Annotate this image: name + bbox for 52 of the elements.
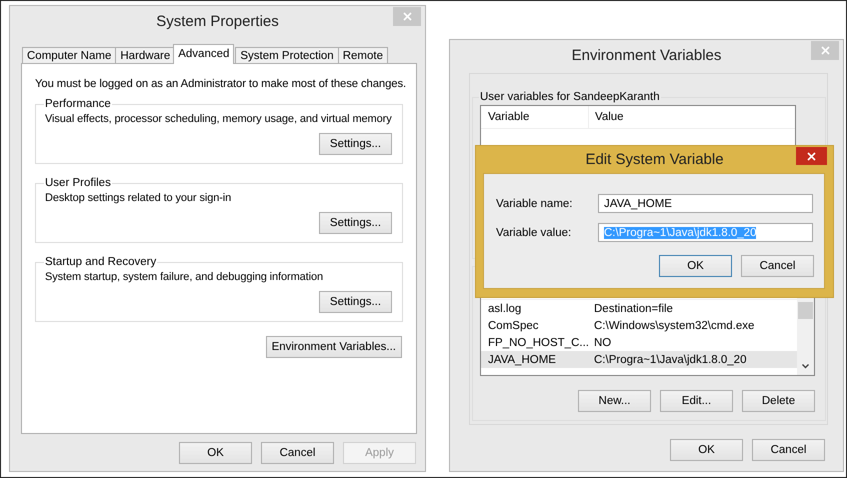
settings-button[interactable]: Settings...: [319, 291, 392, 313]
group-title: Startup and Recovery: [44, 256, 158, 268]
tab[interactable]: Computer Name: [22, 47, 116, 64]
dialog-button[interactable]: Cancel: [752, 439, 825, 461]
variable-value: C:\Progra~1\Java\jdk1.8.0_20: [593, 354, 746, 366]
tab[interactable]: Hardware: [115, 47, 176, 64]
close-button[interactable]: [796, 147, 827, 165]
variable-name: FP_NO_HOST_C...: [487, 336, 588, 348]
close-icon: [820, 46, 830, 55]
list-row[interactable]: JAVA_HOME C:\Progra~1\Java\jdk1.8.0_20: [481, 351, 797, 368]
close-icon: [402, 12, 412, 21]
tab[interactable]: System Protection: [235, 47, 339, 64]
list-row[interactable]: asl.log Destination=file: [481, 300, 797, 317]
window-title: System Properties: [156, 13, 279, 30]
scroll-thumb[interactable]: [798, 302, 813, 319]
list-row[interactable]: ComSpec C:\Windows\system32\cmd.exe: [481, 317, 797, 334]
environment-variables-button[interactable]: Environment Variables...: [266, 336, 402, 358]
group-description: System startup, system failure, and debugging information: [45, 271, 324, 283]
group-title: Performance: [44, 98, 112, 110]
variable-name: asl.log: [487, 302, 522, 314]
notice-text: You must be logged on as an Administrator to make most of these changes.: [35, 78, 403, 90]
window-title: Environment Variables: [572, 47, 722, 64]
group-title: User variables for SandeepKaranth: [479, 91, 661, 103]
group-title: User Profiles: [44, 177, 112, 189]
input-field[interactable]: JAVA_HOME: [598, 194, 813, 213]
variable-value: C:\Windows\system32\cmd.exe: [593, 320, 754, 332]
group-description: Desktop settings related to your sign-in: [45, 192, 232, 204]
dialog-button[interactable]: OK: [179, 442, 252, 464]
close-icon: [807, 152, 816, 160]
dialog-button[interactable]: OK: [670, 439, 743, 461]
field-label: Variable value:: [496, 226, 572, 238]
column-header[interactable]: Value: [588, 106, 624, 128]
scroll-down-icon[interactable]: [801, 363, 810, 370]
variable-value: NO: [593, 336, 612, 348]
group-description: Visual effects, processor scheduling, memory usage, and virtual memory: [45, 113, 393, 125]
tab[interactable]: Advanced: [173, 44, 234, 64]
dialog-button[interactable]: OK: [659, 255, 732, 277]
variable-name: JAVA_HOME: [487, 354, 557, 366]
list-action-button[interactable]: Delete: [742, 390, 815, 412]
variable-value: Destination=file: [593, 302, 673, 314]
window-title: Edit System Variable: [585, 151, 724, 168]
list-action-button[interactable]: Edit...: [660, 390, 733, 412]
column-header[interactable]: Variable: [481, 111, 588, 123]
tab[interactable]: Remote: [338, 47, 388, 64]
settings-button[interactable]: Settings...: [319, 133, 392, 155]
dialog-button[interactable]: Cancel: [741, 255, 814, 277]
list-row[interactable]: FP_NO_HOST_C... NO: [481, 334, 797, 351]
field-label: Variable name:: [496, 198, 574, 210]
dialog-button[interactable]: Cancel: [261, 442, 334, 464]
variable-name: ComSpec: [487, 320, 540, 332]
list-action-button[interactable]: New...: [578, 390, 651, 412]
settings-button[interactable]: Settings...: [319, 212, 392, 234]
